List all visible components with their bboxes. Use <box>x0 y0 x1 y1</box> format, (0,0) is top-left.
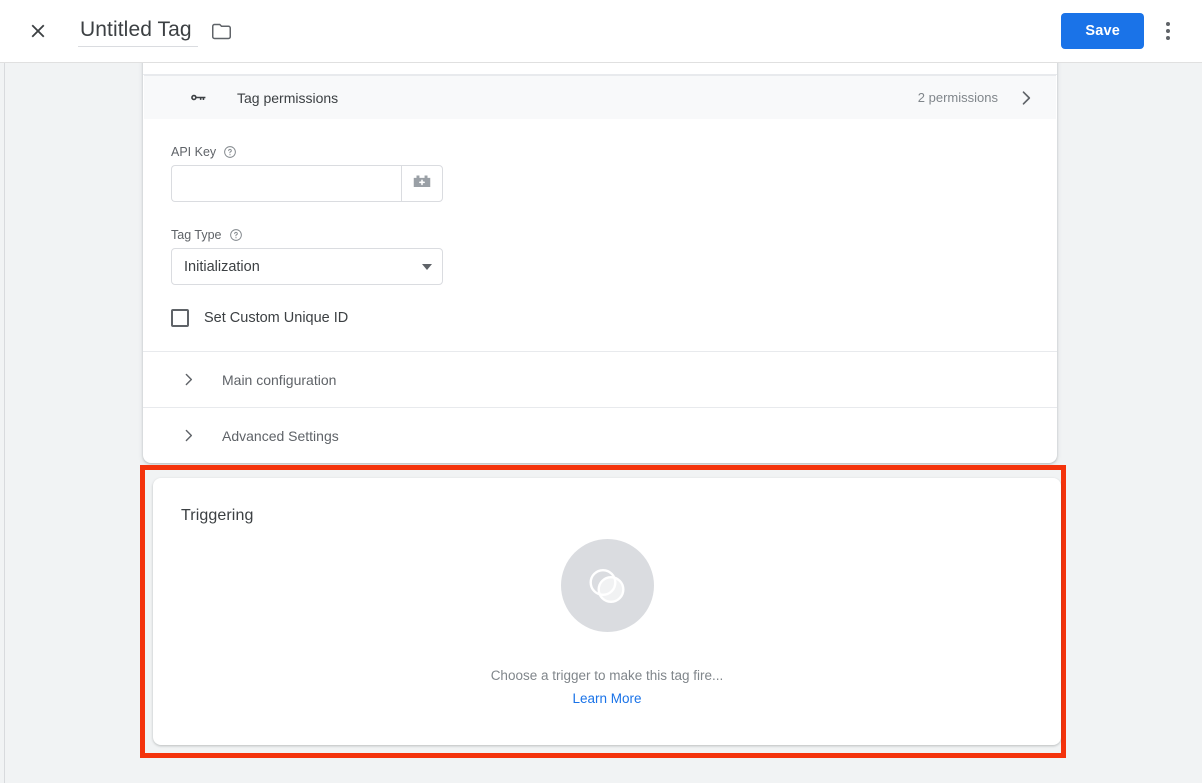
help-circle-icon[interactable] <box>229 228 243 242</box>
left-rail <box>0 63 5 783</box>
set-custom-unique-id-label: Set Custom Unique ID <box>204 310 349 326</box>
api-key-input[interactable] <box>171 165 401 202</box>
header-actions: Save <box>1061 11 1202 51</box>
key-icon <box>188 88 214 107</box>
tag-permissions-count: 2 permissions <box>917 90 998 105</box>
chevron-right-icon <box>180 371 200 388</box>
api-key-label-row: API Key <box>171 145 1029 159</box>
triggering-hint-text: Choose a trigger to make this tag fire..… <box>490 668 724 683</box>
chevron-right-icon <box>180 427 200 444</box>
section-advanced-settings[interactable]: Advanced Settings <box>143 407 1057 463</box>
tag-name-input[interactable]: Untitled Tag <box>78 16 198 47</box>
section-main-configuration[interactable]: Main configuration <box>143 351 1057 407</box>
tag-type-label-row: Tag Type <box>171 228 1029 242</box>
tag-permissions-row[interactable]: Tag permissions 2 permissions <box>144 75 1056 119</box>
triggering-card: Triggering Choose a trigger to make this… <box>153 478 1061 745</box>
chevron-right-icon <box>1016 88 1036 108</box>
api-key-variable-picker-button[interactable] <box>401 165 443 202</box>
triggering-title: Triggering <box>181 507 254 524</box>
save-button[interactable]: Save <box>1061 13 1144 49</box>
triggering-empty-state: Choose a trigger to make this tag fire..… <box>153 539 1061 706</box>
triggering-highlight-box: Triggering Choose a trigger to make this… <box>140 465 1066 758</box>
tag-type-value: Initialization <box>184 258 260 275</box>
app-header: Untitled Tag Save <box>0 0 1202 63</box>
help-circle-icon[interactable] <box>223 145 237 159</box>
tag-type-select[interactable]: Initialization <box>171 248 443 285</box>
set-custom-unique-id-checkbox[interactable] <box>171 309 189 327</box>
folder-icon[interactable] <box>211 21 232 42</box>
trigger-venn-icon <box>560 539 654 632</box>
chevron-down-icon <box>422 263 432 270</box>
content-scroll-area[interactable]: Indicative Tag permissions 2 permissions <box>0 63 1202 783</box>
set-custom-unique-id-row[interactable]: Set Custom Unique ID <box>171 309 1029 327</box>
app-root: Untitled Tag Save Indicative <box>0 0 1202 783</box>
tag-permissions-label: Tag permissions <box>237 89 339 106</box>
api-key-label: API Key <box>171 145 217 159</box>
tag-title-group: Untitled Tag <box>78 16 232 47</box>
tag-configuration-card: Indicative Tag permissions 2 permissions <box>143 63 1057 463</box>
section-main-configuration-label: Main configuration <box>222 371 337 388</box>
more-vert-icon[interactable] <box>1148 11 1188 51</box>
tag-card-body: API Key Tag Type Initialization Set Cust… <box>143 119 1057 463</box>
close-icon <box>27 20 49 42</box>
clipped-field-row[interactable]: Indicative <box>143 63 1057 75</box>
close-button[interactable] <box>18 11 58 51</box>
api-key-field-group <box>171 165 443 202</box>
variable-brick-plus-icon <box>411 172 433 196</box>
section-advanced-settings-label: Advanced Settings <box>222 427 339 444</box>
learn-more-link[interactable]: Learn More <box>572 691 641 706</box>
tag-type-label: Tag Type <box>171 228 222 242</box>
